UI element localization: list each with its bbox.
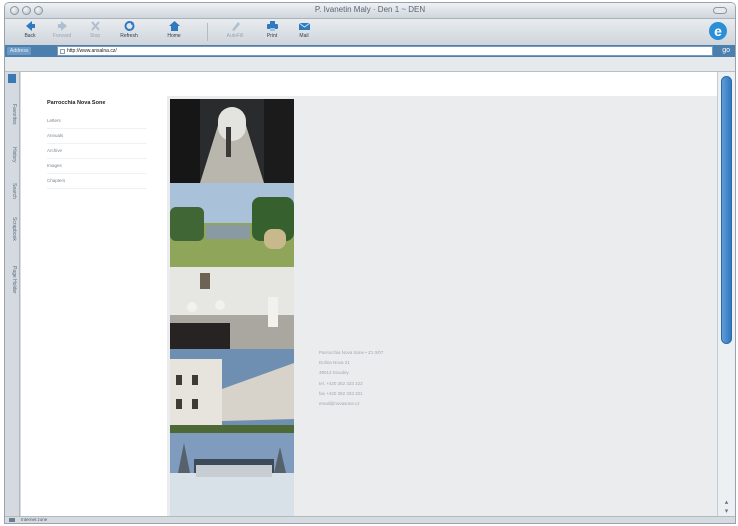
globe-icon: [9, 518, 15, 522]
refresh-button[interactable]: Refresh: [114, 21, 144, 44]
favorites-bar: [5, 57, 735, 72]
back-button-label: Back: [24, 33, 36, 39]
page-icon: [60, 49, 65, 54]
go-button[interactable]: go: [722, 47, 730, 55]
photo-corridor: [170, 99, 294, 183]
phone-line: tel. +420 352 333 222: [319, 380, 363, 386]
scrollbar-thumb[interactable]: [721, 76, 732, 344]
stop-button[interactable]: Stop: [83, 21, 107, 44]
autofill-button-label: AutoFill: [226, 33, 244, 39]
page-content: Parrocchia Nova Sone Letters Annuals Arc…: [21, 72, 719, 519]
fax-line: fax +420 352 333 321: [319, 390, 363, 396]
title-bar: P. Ivanetin Maly · Den 1 ~ DEN: [5, 3, 735, 19]
address-line: Dolina Nova 21: [319, 360, 350, 366]
toolbar-toggle-button[interactable]: [713, 7, 727, 14]
forward-button-label: Forward: [52, 33, 72, 39]
address-label: Address: [7, 47, 32, 55]
home-icon: [168, 21, 180, 31]
photo-monastery-building: [170, 349, 294, 433]
vertical-scrollbar[interactable]: ▴ ▾: [717, 72, 735, 519]
mail-button[interactable]: Mail: [292, 21, 316, 44]
browser-logo-icon: e: [709, 22, 727, 40]
address-bar: Address http://www.ansalna.cz/ go: [5, 45, 735, 57]
scroll-up-arrow-icon[interactable]: ▴: [722, 499, 731, 507]
status-text: Internet zone: [21, 517, 48, 522]
mail-icon: [298, 22, 310, 30]
explorer-tab-search[interactable]: Search: [7, 176, 17, 206]
stop-icon: [90, 21, 100, 31]
page-header-strip: [21, 72, 719, 96]
back-arrow-icon: [25, 21, 35, 31]
explorer-tab-scrapbook[interactable]: Scrapbook: [7, 210, 17, 248]
window-title: P. Ivanetin Maly · Den 1 ~ DEN: [314, 5, 426, 14]
url-input[interactable]: http://www.ansalna.cz/: [57, 46, 713, 56]
autofill-button[interactable]: AutoFill: [217, 21, 253, 44]
refresh-icon: [124, 21, 134, 31]
site-navigation: [21, 96, 167, 519]
nav-item-letters[interactable]: Letters: [47, 116, 147, 129]
browser-window: P. Ivanetin Maly · Den 1 ~ DEN Back Forw…: [4, 2, 736, 524]
refresh-button-label: Refresh: [120, 33, 138, 39]
browser-toolbar: Back Forward Stop Refresh Home AutoFill …: [5, 19, 735, 45]
autofill-icon: [231, 22, 240, 31]
mail-button-label: Mail: [299, 33, 309, 39]
back-button[interactable]: Back: [19, 21, 41, 44]
print-icon: [266, 21, 278, 31]
photo-winter-village: [170, 433, 294, 519]
nav-item-annuals[interactable]: Annuals: [47, 131, 147, 144]
stop-button-label: Stop: [89, 33, 101, 39]
email-link[interactable]: email@novasone.cz: [319, 399, 383, 409]
explorer-tab-favorites[interactable]: Favorites: [7, 94, 17, 134]
explorer-tab-page-holder[interactable]: Page Holder: [7, 252, 17, 308]
address-line: 39013 Scuoley: [319, 370, 349, 376]
url-text: http://www.ansalna.cz/: [67, 48, 117, 54]
nav-item-images[interactable]: Images: [47, 161, 147, 174]
status-bar: Internet zone: [5, 516, 735, 523]
address-line: Parrocchia Nova Sone • Z1 0/07: [319, 350, 384, 355]
explorer-tab-history[interactable]: History: [7, 138, 17, 172]
site-title: Parrocchia Nova Sone: [47, 100, 106, 106]
print-button[interactable]: Print: [259, 21, 285, 44]
nav-item-archive[interactable]: Archive: [47, 146, 147, 159]
explorer-bar-icon: [8, 74, 16, 83]
toolbar-separator: [207, 23, 208, 41]
photo-refectory: [170, 267, 294, 349]
forward-arrow-icon: [57, 21, 67, 31]
forward-button[interactable]: Forward: [49, 21, 75, 44]
scroll-down-arrow-icon[interactable]: ▾: [722, 508, 731, 516]
home-button[interactable]: Home: [152, 21, 196, 44]
explorer-bar: Favorites History Search Scrapbook Page …: [5, 72, 20, 519]
photo-column: [170, 99, 294, 519]
nav-item-chapters[interactable]: Chapters: [47, 176, 147, 189]
contact-address: Parrocchia Nova Sone • Z1 0/07 Dolina No…: [319, 348, 383, 409]
print-button-label: Print: [266, 33, 278, 39]
home-button-label: Home: [167, 33, 181, 39]
photo-meadow: [170, 183, 294, 267]
